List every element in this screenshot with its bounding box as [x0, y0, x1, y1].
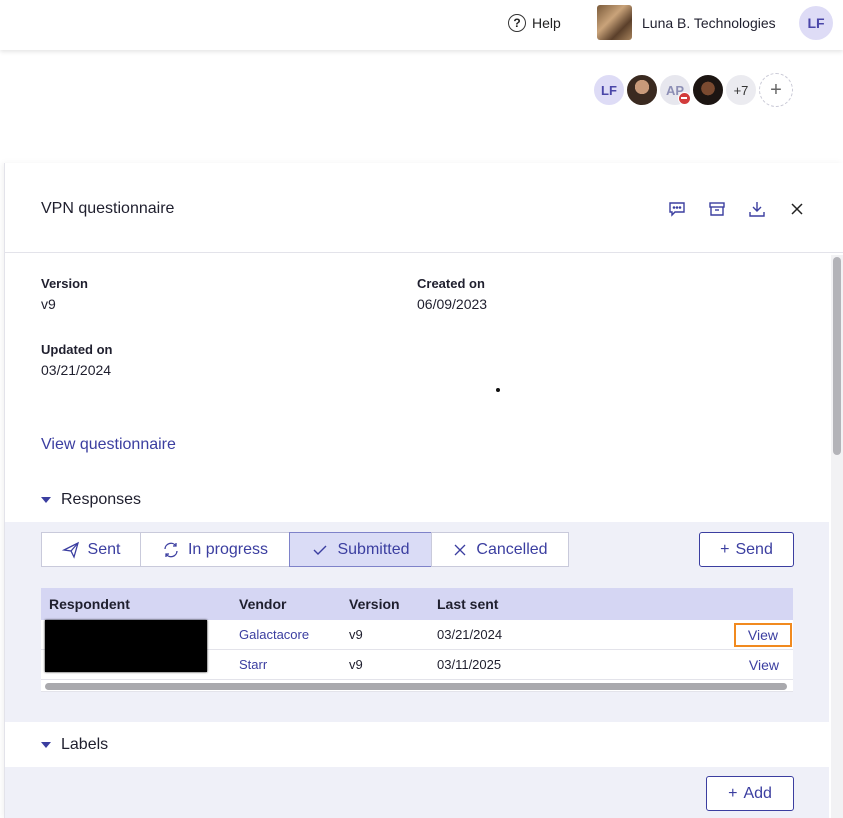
version-value: v9: [41, 296, 56, 312]
panel-title: VPN questionnaire: [41, 200, 175, 217]
responses-toggle[interactable]: Responses: [41, 491, 141, 509]
collaborator-avatar-photo[interactable]: [625, 73, 659, 107]
filter-label: Submitted: [337, 540, 410, 558]
col-version: Version: [349, 596, 400, 612]
more-collaborators-button[interactable]: +7: [724, 73, 758, 107]
download-icon[interactable]: [747, 199, 767, 219]
updated-label: Updated on: [41, 342, 113, 357]
collaborator-avatar[interactable]: LF: [592, 73, 626, 107]
labels-heading: Labels: [61, 736, 109, 753]
table-body: Galactacore v9 03/21/2024 View Starr v9 …: [41, 620, 793, 680]
created-label: Created on: [417, 276, 485, 291]
caret-down-icon: [41, 742, 51, 748]
filter-cancelled[interactable]: Cancelled: [431, 532, 569, 567]
collaborators-row: LF AP +7 +: [592, 73, 793, 109]
filter-label: Cancelled: [476, 540, 548, 558]
labels-toggle[interactable]: Labels: [41, 736, 108, 754]
org-name: Luna B. Technologies: [642, 14, 776, 31]
x-icon: [454, 544, 466, 555]
send-label: Send: [735, 540, 773, 558]
panel-vertical-scrollbar[interactable]: [831, 255, 843, 818]
col-last-sent: Last sent: [437, 596, 499, 612]
send-button[interactable]: + Send: [699, 532, 794, 567]
vendor-link[interactable]: Starr: [239, 657, 267, 672]
redacted-block: [45, 620, 207, 672]
top-header: ? Help Luna B. Technologies LF: [0, 0, 843, 50]
cursor-dot: [496, 388, 500, 392]
vendor-link[interactable]: Galactacore: [239, 627, 309, 642]
last-sent-cell: 03/11/2025: [437, 657, 502, 672]
view-response-link[interactable]: View: [749, 657, 779, 673]
questionnaire-panel: VPN questionnaire Version v9 Created on …: [4, 163, 843, 818]
paper-plane-icon: [61, 541, 79, 559]
user-avatar[interactable]: LF: [799, 6, 833, 40]
collaborator-avatar[interactable]: AP: [658, 73, 692, 107]
plus-icon: +: [728, 784, 738, 802]
panel-actions: [667, 199, 807, 219]
col-vendor: Vendor: [239, 596, 287, 612]
version-cell: v9: [349, 657, 363, 672]
filter-label: In progress: [187, 540, 269, 558]
last-sent-cell: 03/21/2024: [437, 627, 503, 642]
add-collaborator-button[interactable]: +: [759, 73, 793, 107]
updated-value: 03/21/2024: [41, 362, 112, 378]
help-label: Help: [532, 15, 561, 31]
response-filter-tabs: Sent In progress Submitted Cancelled: [41, 532, 569, 567]
version-cell: v9: [349, 627, 363, 642]
blocked-icon: [678, 92, 691, 105]
help-icon: ?: [508, 14, 526, 32]
responses-heading: Responses: [61, 491, 142, 508]
view-response-link[interactable]: View: [733, 622, 792, 647]
filter-submitted[interactable]: Submitted: [289, 532, 432, 567]
table-horizontal-scrollbar[interactable]: [41, 680, 793, 692]
check-icon: [313, 545, 327, 555]
org-logo: [597, 5, 632, 40]
org-switcher[interactable]: Luna B. Technologies: [597, 5, 776, 40]
filter-sent[interactable]: Sent: [41, 532, 141, 567]
collaborator-avatar-photo[interactable]: [691, 73, 725, 107]
col-respondent: Respondent: [49, 596, 130, 612]
close-icon[interactable]: [787, 199, 807, 219]
filter-label: Sent: [87, 540, 121, 558]
panel-header: VPN questionnaire: [5, 163, 843, 253]
version-label: Version: [41, 276, 88, 291]
caret-down-icon: [41, 497, 51, 503]
view-questionnaire-link[interactable]: View questionnaire: [41, 436, 176, 454]
responses-table: Respondent Vendor Version Last sent Gala…: [41, 588, 793, 692]
plus-icon: +: [720, 540, 730, 558]
add-label: Add: [743, 784, 772, 802]
help-link[interactable]: ? Help: [508, 12, 561, 34]
scrollbar-thumb[interactable]: [45, 683, 787, 690]
refresh-icon: [164, 542, 178, 557]
responses-section: Sent In progress Submitted Cancelled + S…: [5, 522, 829, 722]
created-value: 06/09/2023: [417, 296, 488, 312]
filter-in-progress[interactable]: In progress: [140, 532, 290, 567]
scrollbar-thumb[interactable]: [833, 257, 841, 455]
table-header: Respondent Vendor Version Last sent: [41, 588, 793, 620]
comment-icon[interactable]: [667, 199, 687, 219]
labels-section: + Add: [5, 767, 829, 818]
add-label-button[interactable]: + Add: [706, 776, 794, 811]
archive-icon[interactable]: [707, 199, 727, 219]
